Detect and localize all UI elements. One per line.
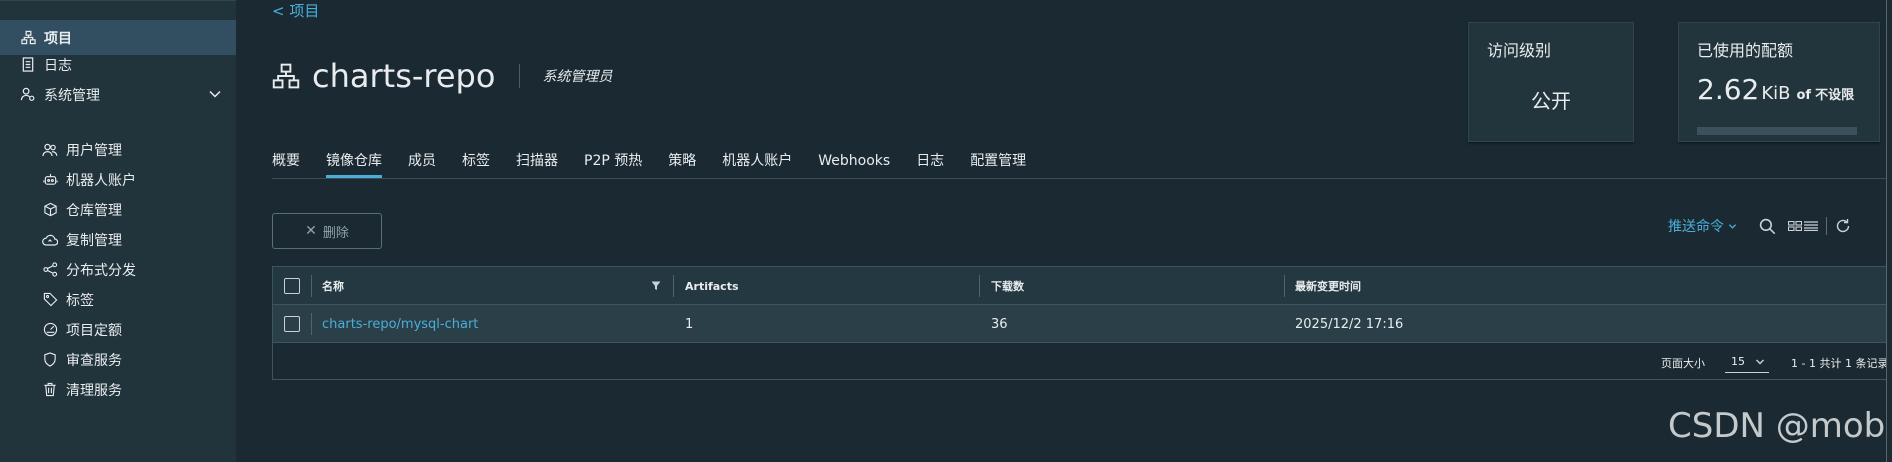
breadcrumb-back-link[interactable]: < 项目 [272, 0, 319, 21]
tag-icon [42, 292, 58, 308]
access-level-label: 访问级别 [1487, 41, 1552, 60]
project-header: charts-repo 系统管理员 [272, 56, 612, 96]
project-icon [20, 30, 36, 46]
select-all-checkbox[interactable] [284, 267, 300, 305]
project-icon [272, 62, 300, 90]
delete-button-label: 删除 [322, 225, 349, 241]
gauge-icon [42, 322, 58, 338]
tab-configuration[interactable]: 配置管理 [970, 148, 1026, 178]
sidebar-item-label: 系统管理 [44, 87, 100, 104]
share-icon [42, 262, 58, 278]
pagination-total: 1 - 1 共计 1 条记录 [1791, 357, 1889, 370]
watermark: CSDN @mob [1668, 406, 1886, 446]
push-command-label: 推送命令 [1668, 219, 1724, 235]
table-row: charts-repo/mysql-chart 1 36 2025/12/2 1… [273, 305, 1889, 343]
column-separator [311, 313, 312, 335]
robot-icon [42, 172, 58, 188]
sidebar-item-label: 标签 [66, 292, 94, 309]
tab-logs[interactable]: 日志 [916, 148, 944, 178]
sidebar-item-admin[interactable]: 系统管理 [0, 77, 236, 112]
push-command-dropdown[interactable]: 推送命令 [1668, 216, 1737, 236]
row-checkbox[interactable] [284, 305, 300, 343]
search-icon[interactable] [1759, 218, 1776, 235]
tab-policy[interactable]: 策略 [668, 148, 696, 178]
column-header-downloads[interactable]: 下载数 [991, 267, 1024, 305]
users-icon [42, 142, 58, 158]
quota-usage: 2.62 KiB of 不设限 [1697, 73, 1854, 106]
sidebar-item-label: 审查服务 [66, 352, 122, 369]
tab-members[interactable]: 成员 [408, 148, 436, 178]
tab-scanner[interactable]: 扫描器 [516, 148, 558, 178]
sidebar-item-label: 项目定额 [66, 322, 122, 339]
log-icon [20, 57, 36, 73]
column-separator [979, 275, 980, 297]
delete-button[interactable]: ✕ 删除 [272, 213, 382, 249]
cube-icon [42, 202, 58, 218]
tab-repositories[interactable]: 镜像仓库 [326, 148, 382, 178]
tab-summary[interactable]: 概要 [272, 148, 300, 178]
quota-of: of [1796, 88, 1812, 103]
page-title: charts-repo [312, 57, 496, 95]
sidebar-item-label: 项目 [44, 30, 72, 47]
sidebar-item-label: 清理服务 [66, 382, 122, 399]
card-view-icon[interactable] [1788, 221, 1802, 231]
table-footer: 页面大小 15 1 - 1 共计 1 条记录 [273, 343, 1889, 381]
tab-p2p-preheat[interactable]: P2P 预热 [584, 148, 642, 178]
downloads-count: 36 [991, 316, 1008, 332]
sidebar-item-label: 复制管理 [66, 232, 122, 249]
page-size-select[interactable]: 15 [1725, 351, 1769, 373]
close-icon: ✕ [305, 223, 317, 239]
page-size-label: 页面大小 [1661, 357, 1705, 370]
sidebar: 项目 日志 系统管理 用户管理 机器人账户 仓库管理 复制管理 分布式分发 标签… [0, 0, 236, 462]
main-content: < 项目 charts-repo 系统管理员 访问级别 公开 已使用的配额 2.… [236, 0, 1892, 462]
repository-name-link[interactable]: charts-repo/mysql-chart [322, 305, 478, 343]
list-view-icon[interactable] [1804, 221, 1818, 231]
sidebar-item-label: 仓库管理 [66, 202, 122, 219]
tab-labels[interactable]: 标签 [462, 148, 490, 178]
page-size-value: 15 [1731, 355, 1745, 368]
shield-icon [42, 352, 58, 368]
cloud-icon [42, 232, 58, 248]
column-separator [311, 275, 312, 297]
quota-card: 已使用的配额 2.62 KiB of 不设限 [1678, 22, 1880, 142]
sidebar-item-label: 用户管理 [66, 142, 122, 159]
table-header: 名称 Artifacts 下载数 最新变更时间 [273, 267, 1889, 305]
quota-label: 已使用的配额 [1697, 41, 1794, 60]
access-level-value: 公开 [1531, 89, 1571, 113]
repository-table: 名称 Artifacts 下载数 最新变更时间 charts-repo/mysq… [272, 266, 1890, 380]
chevron-down-icon [1728, 222, 1737, 231]
column-separator [673, 275, 674, 297]
chevron-down-icon [1755, 357, 1765, 367]
last-modified-time: 2025/12/2 17:16 [1295, 316, 1404, 332]
role-label: 系统管理员 [542, 69, 613, 85]
tab-robot-accounts[interactable]: 机器人账户 [722, 148, 792, 178]
admin-icon [20, 87, 36, 103]
refresh-icon[interactable] [1835, 218, 1851, 234]
tabs-divider [272, 178, 1892, 179]
quota-progress-bar [1697, 127, 1857, 135]
title-divider [519, 64, 521, 88]
sidebar-item-clean-up[interactable]: 清理服务 [0, 372, 236, 407]
quota-limit: 不设限 [1815, 88, 1855, 103]
toolbar-divider [1826, 217, 1827, 235]
trash-icon [42, 382, 58, 398]
artifacts-count: 1 [685, 316, 694, 332]
filter-icon[interactable] [651, 267, 661, 305]
column-header-name[interactable]: 名称 [322, 267, 344, 305]
access-level-card: 访问级别 公开 [1468, 22, 1634, 142]
column-header-last-modified[interactable]: 最新变更时间 [1295, 267, 1361, 305]
quota-value: 2.62 [1697, 73, 1760, 106]
table-toolbar: 推送命令 [1668, 214, 1851, 238]
tab-webhooks[interactable]: Webhooks [818, 148, 890, 178]
sidebar-item-label: 分布式分发 [66, 262, 136, 279]
column-separator [1284, 275, 1285, 297]
column-header-artifacts[interactable]: Artifacts [685, 267, 739, 305]
chevron-down-icon[interactable] [208, 87, 222, 101]
tab-bar: 概要 镜像仓库 成员 标签 扫描器 P2P 预热 策略 机器人账户 Webhoo… [272, 148, 1052, 178]
sidebar-item-label: 日志 [44, 57, 72, 74]
sidebar-item-label: 机器人账户 [66, 172, 136, 189]
quota-unit: KiB [1761, 83, 1791, 104]
window-edge [1886, 0, 1892, 462]
